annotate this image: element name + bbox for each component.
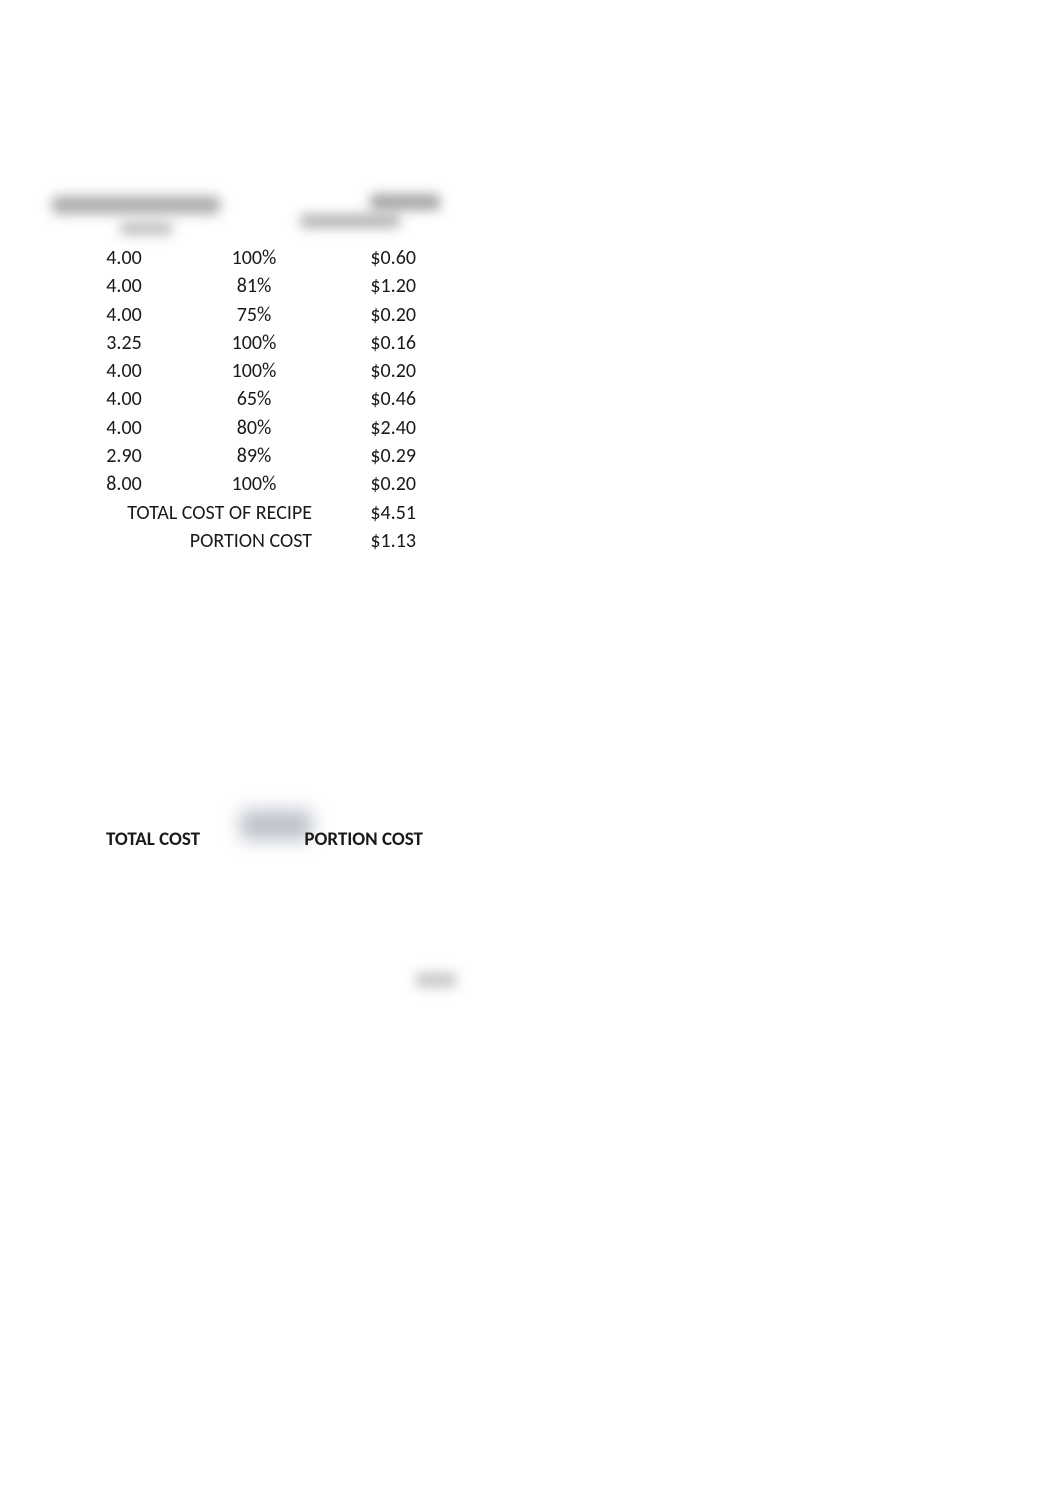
pct-cell: 89% xyxy=(188,442,320,470)
blurred-bottom-mark xyxy=(416,972,456,988)
table-row: 4.00 75% $0.20 xyxy=(60,301,444,329)
blurred-header-3 xyxy=(370,194,440,210)
cost-cell: $1.20 xyxy=(320,272,444,300)
table-row: 3.25 100% $0.16 xyxy=(60,329,444,357)
cost-cell: $0.16 xyxy=(320,329,444,357)
table-row: 4.00 80% $2.40 xyxy=(60,414,444,442)
pct-cell: 100% xyxy=(188,244,320,272)
blurred-header-2 xyxy=(300,214,400,228)
table-row: 4.00 81% $1.20 xyxy=(60,272,444,300)
qty-cell: 4.00 xyxy=(60,301,188,329)
table-row: 2.90 89% $0.29 xyxy=(60,442,444,470)
qty-cell: 4.00 xyxy=(60,244,188,272)
pct-cell: 80% xyxy=(188,414,320,442)
total-recipe-label: TOTAL COST OF RECIPE xyxy=(60,499,320,527)
cost-cell: $0.20 xyxy=(320,357,444,385)
table-row: 4.00 100% $0.20 xyxy=(60,357,444,385)
lower-label-row: TOTAL COST PORTION COST xyxy=(106,828,446,851)
cost-cell: $0.46 xyxy=(320,385,444,413)
pct-cell: 75% xyxy=(188,301,320,329)
pct-cell: 81% xyxy=(188,272,320,300)
qty-cell: 4.00 xyxy=(60,357,188,385)
qty-cell: 4.00 xyxy=(60,414,188,442)
total-cost-heading: TOTAL COST xyxy=(106,828,200,851)
qty-cell: 4.00 xyxy=(60,385,188,413)
pct-cell: 65% xyxy=(188,385,320,413)
blurred-header-1 xyxy=(52,196,220,214)
table-row: 8.00 100% $0.20 xyxy=(60,470,444,498)
cost-cell: $0.20 xyxy=(320,470,444,498)
qty-cell: 3.25 xyxy=(60,329,188,357)
qty-cell: 2.90 xyxy=(60,442,188,470)
cost-cell: $0.29 xyxy=(320,442,444,470)
portion-cost-row: PORTION COST $1.13 xyxy=(60,527,444,555)
portion-cost-value: $1.13 xyxy=(320,527,444,555)
table-row: 4.00 100% $0.60 xyxy=(60,244,444,272)
pct-cell: 100% xyxy=(188,329,320,357)
blurred-header-4 xyxy=(120,222,172,235)
cost-cell: $2.40 xyxy=(320,414,444,442)
cost-cell: $0.20 xyxy=(320,301,444,329)
total-recipe-value: $4.51 xyxy=(320,499,444,527)
portion-cost-label: PORTION COST xyxy=(60,527,320,555)
cost-cell: $0.60 xyxy=(320,244,444,272)
total-recipe-row: TOTAL COST OF RECIPE $4.51 xyxy=(60,499,444,527)
pct-cell: 100% xyxy=(188,357,320,385)
page: 4.00 100% $0.60 4.00 81% $1.20 4.00 75% … xyxy=(0,0,1062,1506)
qty-cell: 8.00 xyxy=(60,470,188,498)
portion-cost-heading: PORTION COST xyxy=(304,828,423,851)
cost-table: 4.00 100% $0.60 4.00 81% $1.20 4.00 75% … xyxy=(60,244,444,555)
table-row: 4.00 65% $0.46 xyxy=(60,385,444,413)
qty-cell: 4.00 xyxy=(60,272,188,300)
pct-cell: 100% xyxy=(188,470,320,498)
